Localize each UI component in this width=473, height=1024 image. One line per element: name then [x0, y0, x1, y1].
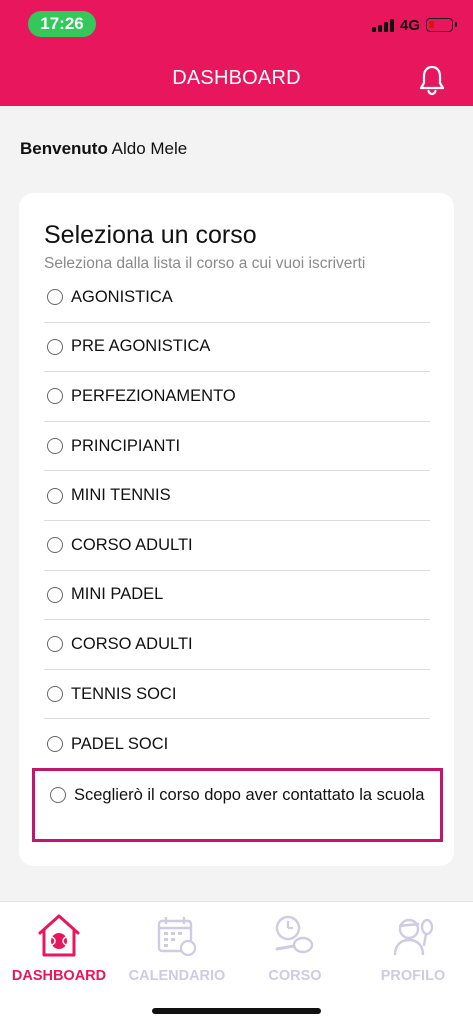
welcome-greeting: Benvenuto: [20, 139, 108, 158]
course-option[interactable]: TENNIS SOCI: [44, 670, 430, 720]
welcome-text: Benvenuto Aldo Mele: [20, 139, 187, 159]
course-option-label: CORSO ADULTI: [71, 634, 193, 653]
bell-icon[interactable]: [418, 64, 446, 96]
tab-profilo[interactable]: PROFILO: [354, 902, 472, 1002]
radio-button[interactable]: [47, 438, 63, 455]
course-option[interactable]: PRINCIPIANTI: [44, 422, 430, 472]
tab-corso[interactable]: CORSO: [236, 902, 354, 1002]
home-indicator[interactable]: [152, 1008, 321, 1014]
radio-button[interactable]: [47, 586, 63, 603]
radio-button[interactable]: [47, 537, 63, 554]
radio-button[interactable]: [47, 487, 63, 504]
page-title: DASHBOARD: [172, 67, 301, 89]
status-icons: 4G: [371, 15, 457, 35]
course-option-label: TENNIS SOCI: [71, 684, 177, 703]
bottom-tab-bar: DASHBOARD CALENDARIO CORSO PROFILO: [0, 901, 473, 1024]
radio-button[interactable]: [47, 289, 63, 306]
choose-later-label: Sceglierò il corso dopo aver contattato …: [74, 786, 425, 804]
home-ball-icon: [38, 914, 80, 957]
signal-icon: [371, 18, 394, 32]
choose-later-option[interactable]: Sceglierò il corso dopo aver contattato …: [32, 768, 443, 842]
radio-button[interactable]: [50, 787, 66, 803]
course-option-label: AGONISTICA: [71, 287, 173, 306]
course-option-label: PADEL SOCI: [71, 734, 169, 753]
calendar-icon: [157, 917, 197, 957]
radio-button[interactable]: [47, 686, 63, 703]
course-option-label: CORSO ADULTI: [71, 535, 193, 554]
radio-button[interactable]: [47, 736, 63, 753]
course-option[interactable]: MINI TENNIS: [44, 471, 430, 521]
tab-dashboard[interactable]: DASHBOARD: [0, 902, 118, 1002]
course-option[interactable]: CORSO ADULTI: [44, 521, 430, 571]
course-option[interactable]: PADEL SOCI: [44, 719, 430, 769]
radio-button[interactable]: [47, 636, 63, 653]
radio-button[interactable]: [47, 338, 63, 355]
tab-label: PROFILO: [380, 968, 446, 984]
course-select-card: Seleziona un corso Seleziona dalla lista…: [19, 193, 454, 866]
tab-calendario[interactable]: CALENDARIO: [118, 902, 236, 1002]
tab-label: DASHBOARD: [11, 968, 107, 984]
radio-button[interactable]: [47, 388, 63, 405]
course-option-label: MINI TENNIS: [71, 486, 171, 505]
card-subtitle: Seleziona dalla lista il corso a cui vuo…: [44, 255, 366, 272]
course-option[interactable]: AGONISTICA: [44, 273, 430, 323]
card-title: Seleziona un corso: [44, 221, 257, 249]
course-racket-icon: [275, 915, 314, 954]
tab-label: CORSO: [268, 968, 322, 984]
course-option-label: PERFEZIONAMENTO: [71, 386, 236, 405]
course-option[interactable]: PERFEZIONAMENTO: [44, 372, 430, 422]
course-option-label: MINI PADEL: [71, 585, 164, 604]
course-option-label: PRE AGONISTICA: [71, 337, 211, 356]
status-time: 17:26: [28, 11, 96, 37]
course-option-label: PRINCIPIANTI: [71, 436, 181, 455]
profile-player-icon: [393, 918, 434, 956]
course-option[interactable]: PRE AGONISTICA: [44, 323, 430, 373]
app-header: 17:26 4G DASHBOARD: [0, 0, 473, 106]
course-option[interactable]: MINI PADEL: [44, 571, 430, 621]
battery-icon: [426, 18, 457, 32]
user-name: Aldo Mele: [111, 139, 188, 158]
course-option[interactable]: CORSO ADULTI: [44, 620, 430, 670]
network-type: 4G: [399, 16, 420, 34]
tab-label: CALENDARIO: [128, 968, 226, 984]
